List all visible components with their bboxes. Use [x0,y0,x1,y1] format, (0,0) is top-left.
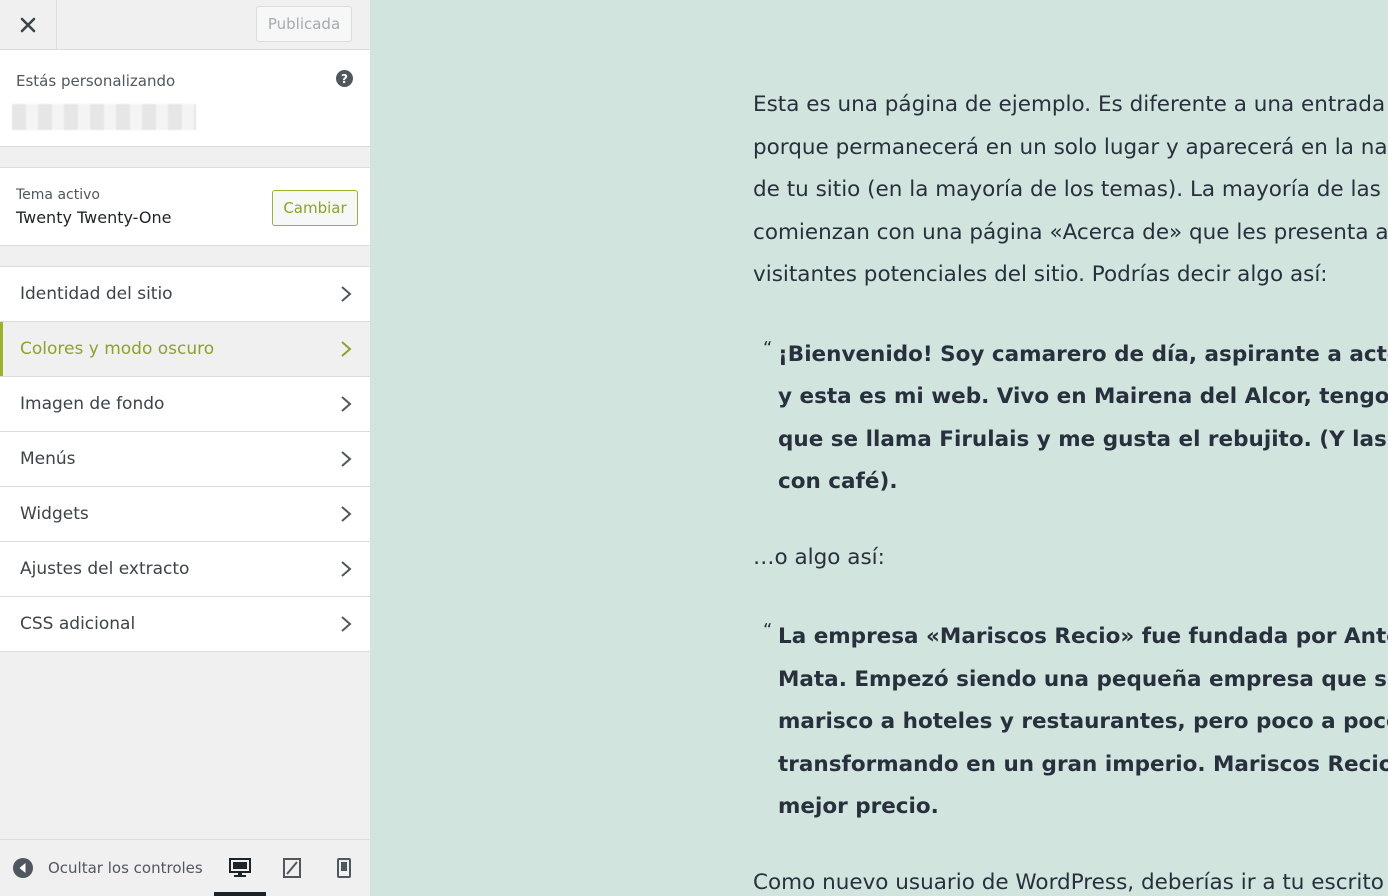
section-label: Imagen de fondo [20,394,165,414]
publish-button[interactable]: Publicada [256,6,352,42]
section-label: Menús [20,449,76,469]
text-line: comienzan con una página «Acerca de» que… [753,219,1388,245]
preview-mobile-button[interactable] [318,850,370,896]
customizing-info-panel: Estás personalizando ? [0,50,370,147]
mobile-icon [337,858,351,878]
text-line: ¡Bienvenido! Soy camarero de día, aspira… [778,341,1388,367]
paragraph-new-user: Como nuevo usuario de WordPress, debería… [753,869,1384,895]
section-widgets[interactable]: Widgets [0,487,370,542]
customizer-footer: Ocultar los controles [0,839,370,896]
close-icon [20,17,36,32]
text-line: marisco a hoteles y restaurantes, pero p… [778,709,1388,734]
customizer-sidebar: Publicada Estás personalizando ? Tema ac… [0,0,371,896]
text-line: de tu sitio (en la mayoría de los temas)… [753,177,1381,202]
chevron-right-icon [341,286,352,302]
text-line: mejor precio. [778,794,939,819]
site-title-blurred [12,104,196,130]
chevron-right-icon [341,451,352,467]
active-theme-label: Tema activo [16,187,100,203]
chevron-right-icon [341,396,352,412]
paragraph-or-something: …o algo así: [753,544,885,570]
chevron-right-icon [341,341,352,357]
text-line: visitantes potenciales del sitio. Podría… [753,262,1328,287]
active-theme-name: Twenty Twenty-One [16,208,172,227]
blockquote-welcome: “ ¡Bienvenido! Soy camarero de día, aspi… [753,334,1388,504]
text-line: con café). [778,469,898,494]
blockquote-company: “ La empresa «Mariscos Recio» fue fundad… [753,616,1388,829]
collapse-arrow-icon [13,858,33,878]
section-label: Widgets [20,504,89,524]
customizing-label: Estás personalizando [16,72,176,90]
help-icon[interactable]: ? [336,70,353,87]
desktop-icon [229,858,251,877]
chevron-right-icon [341,506,352,522]
section-excerpt-settings[interactable]: Ajustes del extracto [0,542,370,597]
text-line: porque permanecerá en un solo lugar y ap… [753,134,1388,160]
text-line: transformando en un gran imperio. Marisc… [778,751,1388,777]
text-line: que se llama Firulais y me gusta el rebu… [778,426,1388,452]
paragraph-intro: Esta es una página de ejemplo. Es difere… [753,84,1388,297]
section-menus[interactable]: Menús [0,432,370,487]
section-additional-css[interactable]: CSS adicional [0,597,370,652]
section-label: CSS adicional [20,614,136,634]
site-preview: Esta es una página de ejemplo. Es difere… [371,0,1388,895]
section-site-identity[interactable]: Identidad del sitio [0,267,370,322]
close-customizer-button[interactable] [0,0,57,49]
customizer-sections-list: Identidad del sitio Colores y modo oscur… [0,266,370,652]
tablet-icon [283,858,301,878]
section-background-image[interactable]: Imagen de fondo [0,377,370,432]
chevron-right-icon [341,616,352,632]
quote-mark: “ [763,620,773,641]
customizer-header: Publicada [0,0,370,50]
text-line: Esta es una página de ejemplo. Es difere… [753,92,1386,117]
chevron-right-icon [341,561,352,577]
change-theme-button[interactable]: Cambiar [272,190,358,226]
page-content: Esta es una página de ejemplo. Es difere… [753,84,1388,895]
hide-controls-label: Ocultar los controles [48,859,203,877]
hide-controls-button[interactable]: Ocultar los controles [12,857,203,879]
preview-tablet-button[interactable] [266,850,318,896]
quote-mark: “ [763,337,773,359]
section-colors-dark-mode[interactable]: Colores y modo oscuro [0,322,370,377]
text-line: y esta es mi web. Vivo en Mairena del Al… [778,384,1388,409]
text-line: Mata. Empezó siendo una pequeña empresa … [778,666,1388,692]
active-theme-panel: Tema activo Twenty Twenty-One Cambiar [0,167,370,246]
section-label: Identidad del sitio [20,284,173,304]
section-label: Ajustes del extracto [20,559,190,579]
text-line: La empresa «Mariscos Recio» fue fundada … [778,624,1388,649]
section-label: Colores y modo oscuro [20,339,215,359]
preview-desktop-button[interactable] [214,850,266,896]
